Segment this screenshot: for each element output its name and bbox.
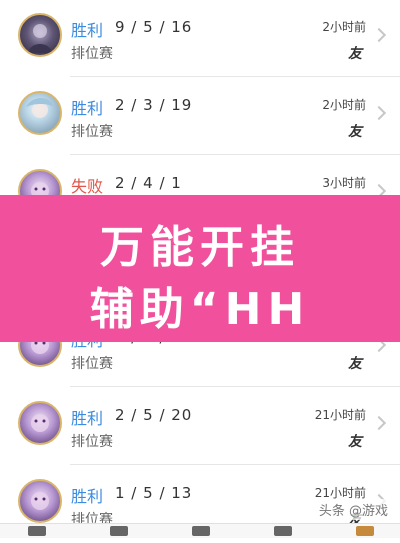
match-result: 胜利: [71, 409, 104, 428]
match-row[interactable]: 胜利 9 / 5 / 16 排位赛 2小时前 友: [0, 0, 400, 77]
hero-avatar: [18, 401, 62, 445]
divider: [70, 154, 400, 155]
tab-profile-icon[interactable]: [356, 526, 374, 536]
bottom-tab-bar: [0, 523, 400, 538]
overlay-title-line1: 万能开挂: [100, 222, 300, 273]
tab-news-icon[interactable]: [110, 526, 128, 536]
match-mode: 排位赛: [71, 356, 113, 372]
match-kda: 2 / 5 / 20: [115, 406, 193, 424]
hero-avatar: [18, 479, 62, 523]
divider: [70, 464, 400, 465]
match-time: 2小时前: [322, 20, 366, 34]
match-mode: 排位赛: [71, 124, 113, 140]
chevron-right-icon: [371, 415, 387, 431]
divider: [70, 76, 400, 77]
chevron-right-icon: [371, 105, 387, 121]
match-row[interactable]: 胜利 2 / 5 / 20 排位赛 21小时前 友: [0, 388, 400, 465]
promo-overlay-banner: 万能开挂 辅助“HH: [0, 195, 400, 342]
match-row[interactable]: 胜利 2 / 3 / 19 排位赛 2小时前 友: [0, 78, 400, 155]
overlay-title-line2: 辅助“HH: [89, 284, 311, 335]
friend-badge: 友: [348, 356, 362, 372]
match-time: 21小时前: [314, 408, 366, 422]
match-time: 2小时前: [322, 98, 366, 112]
match-result: 失败: [71, 177, 104, 196]
friend-badge: 友: [348, 46, 362, 62]
match-result: 胜利: [71, 487, 104, 506]
divider: [70, 386, 400, 387]
hero-avatar: [18, 13, 62, 57]
tab-community-icon[interactable]: [192, 526, 210, 536]
tab-home-icon[interactable]: [28, 526, 46, 536]
chevron-right-icon: [371, 27, 387, 43]
hero-avatar: [18, 91, 62, 135]
friend-badge: 友: [348, 434, 362, 450]
watermark: 头条 @游戏: [314, 499, 392, 520]
tab-data-icon[interactable]: [274, 526, 292, 536]
match-mode: 排位赛: [71, 46, 113, 62]
match-result: 胜利: [71, 21, 104, 40]
match-mode: 排位赛: [71, 434, 113, 450]
match-kda: 2 / 4 / 1: [115, 174, 182, 192]
match-kda: 2 / 3 / 19: [115, 96, 193, 114]
match-kda: 9 / 5 / 16: [115, 18, 193, 36]
friend-badge: 友: [348, 124, 362, 140]
match-result: 胜利: [71, 99, 104, 118]
match-time: 3小时前: [322, 176, 366, 190]
match-kda: 1 / 5 / 13: [115, 484, 193, 502]
